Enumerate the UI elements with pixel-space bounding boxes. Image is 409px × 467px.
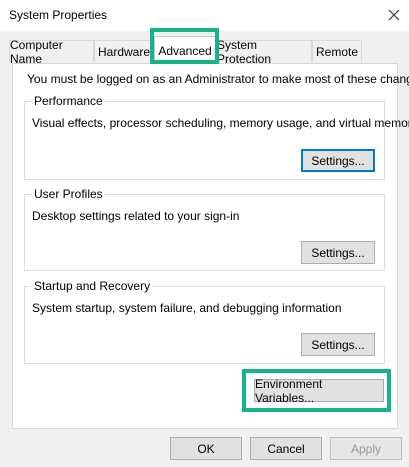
tab-hardware[interactable]: Hardware	[94, 40, 154, 62]
tab-system-protection[interactable]: System Protection	[216, 38, 312, 66]
tab-computer-name[interactable]: Computer Name	[9, 38, 94, 66]
performance-settings-button[interactable]: Settings...	[301, 149, 375, 172]
window-title: System Properties	[9, 8, 108, 22]
user-profiles-title: User Profiles	[32, 187, 105, 201]
startup-recovery-title: Startup and Recovery	[32, 279, 153, 293]
ok-button[interactable]: OK	[170, 437, 242, 460]
tab-advanced[interactable]: Advanced	[154, 36, 216, 64]
system-properties-window: System Properties Computer Name Hardware…	[0, 0, 409, 467]
user-profiles-group: User Profiles Desktop settings related t…	[24, 187, 385, 271]
title-bar: System Properties	[0, 0, 409, 31]
startup-recovery-description: System startup, system failure, and debu…	[32, 301, 342, 315]
apply-button[interactable]: Apply	[330, 437, 402, 460]
user-profiles-settings-button[interactable]: Settings...	[301, 241, 375, 264]
performance-title: Performance	[32, 94, 105, 108]
tab-strip: Computer Name Hardware Advanced System P…	[0, 31, 409, 66]
user-profiles-description: Desktop settings related to your sign-in	[32, 209, 240, 223]
close-icon[interactable]	[385, 6, 403, 24]
cancel-button[interactable]: Cancel	[250, 437, 322, 460]
startup-recovery-settings-button[interactable]: Settings...	[301, 333, 375, 356]
admin-notice: You must be logged on as an Administrato…	[27, 72, 409, 86]
startup-recovery-group: Startup and Recovery System startup, sys…	[24, 279, 385, 364]
performance-description: Visual effects, processor scheduling, me…	[32, 116, 409, 130]
tab-remote[interactable]: Remote	[312, 40, 362, 62]
performance-group: Performance Visual effects, processor sc…	[24, 94, 409, 180]
environment-variables-button[interactable]: Environment Variables...	[254, 377, 384, 405]
